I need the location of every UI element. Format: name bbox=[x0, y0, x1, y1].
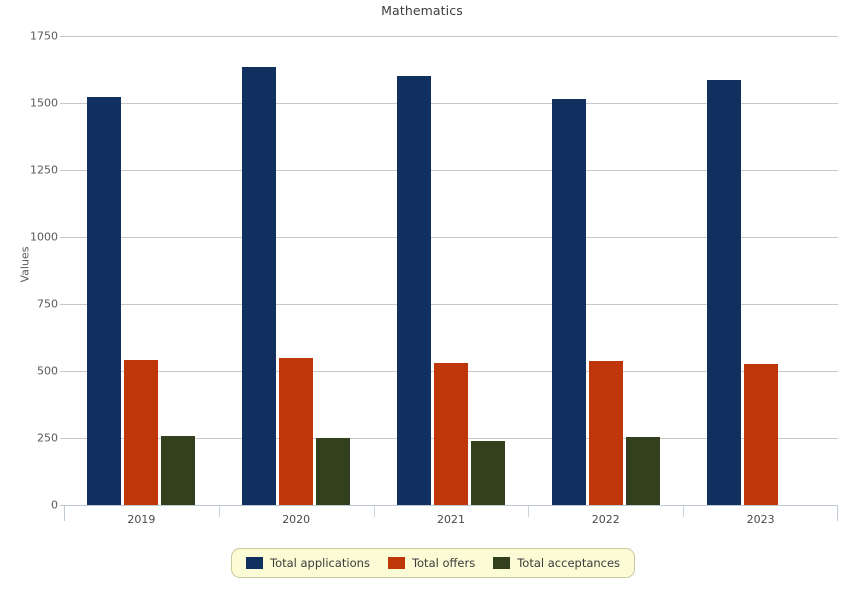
y-axis-tick-mark bbox=[60, 371, 64, 372]
plot-area bbox=[64, 36, 838, 505]
y-axis-tick-label: 1750 bbox=[30, 29, 58, 43]
bar[interactable] bbox=[471, 441, 505, 505]
bar[interactable] bbox=[551, 98, 586, 505]
bar[interactable] bbox=[743, 364, 778, 505]
legend-label: Total acceptances bbox=[517, 556, 621, 570]
y-axis-tick-label: 1000 bbox=[30, 230, 58, 244]
y-axis-tick-mark bbox=[60, 438, 64, 439]
x-axis-tick-label: 2023 bbox=[746, 513, 775, 526]
y-axis-tick-labels: 0 250 500 750 1000 1250 1500 1750 bbox=[0, 0, 58, 596]
legend-label: Total offers bbox=[411, 556, 476, 570]
y-axis-tick-mark bbox=[60, 304, 64, 305]
bar[interactable] bbox=[625, 436, 660, 505]
y-axis-tick-label: 250 bbox=[37, 431, 58, 445]
y-axis-tick-label: 0 bbox=[51, 498, 58, 512]
chart-legend: Total applications Total offers Total acce… bbox=[231, 548, 636, 578]
legend-item[interactable]: Total acceptances bbox=[493, 556, 620, 570]
y-axis-tick-label: 1500 bbox=[30, 96, 58, 110]
x-axis-tick-label: 2022 bbox=[591, 513, 620, 526]
bar[interactable] bbox=[706, 79, 741, 505]
bar-chart: Mathematics Values 0 250 500 750 1000 1250 150… bbox=[0, 0, 844, 596]
bar[interactable] bbox=[316, 438, 351, 505]
x-axis-tick-label: 2019 bbox=[127, 513, 156, 526]
gridline bbox=[64, 36, 838, 37]
x-axis-tick-label: 2020 bbox=[282, 513, 311, 526]
chart-title: Mathematics bbox=[381, 3, 463, 18]
bar[interactable] bbox=[161, 436, 196, 505]
x-axis-line bbox=[64, 505, 838, 506]
legend-item[interactable]: Total offers bbox=[387, 556, 476, 570]
legend-swatch-icon bbox=[246, 557, 263, 569]
bar[interactable] bbox=[279, 358, 314, 505]
bar[interactable] bbox=[242, 67, 277, 505]
y-axis-tick-label: 500 bbox=[37, 364, 58, 378]
x-axis-tick-label: 2021 bbox=[436, 513, 465, 526]
y-axis-tick-mark bbox=[60, 36, 64, 37]
legend-swatch-icon bbox=[493, 557, 511, 569]
y-axis-tick-label: 750 bbox=[37, 297, 58, 311]
bar[interactable] bbox=[588, 361, 623, 505]
bar[interactable] bbox=[397, 75, 431, 505]
legend-item[interactable]: Total applications bbox=[246, 556, 370, 570]
legend-label: Total applications bbox=[270, 556, 370, 570]
bar[interactable] bbox=[124, 360, 159, 505]
y-axis-tick-mark bbox=[60, 170, 64, 171]
bar[interactable] bbox=[434, 362, 468, 505]
y-axis-tick-label: 1250 bbox=[30, 163, 58, 177]
y-axis-tick-mark bbox=[60, 505, 64, 506]
bar[interactable] bbox=[87, 97, 122, 505]
y-axis-tick-mark bbox=[60, 103, 64, 104]
legend-swatch-icon bbox=[387, 557, 405, 569]
y-axis-tick-mark bbox=[60, 237, 64, 238]
